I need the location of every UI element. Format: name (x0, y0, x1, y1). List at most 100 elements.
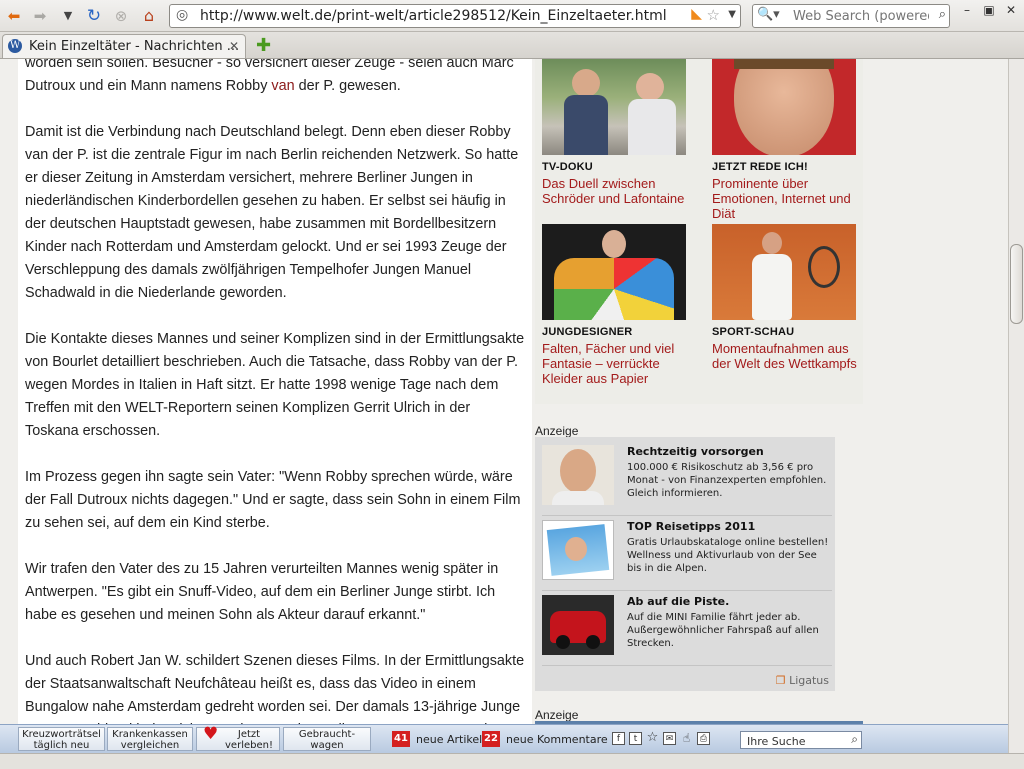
ligatus-label: Ligatus (789, 674, 829, 687)
scrollbar-thumb[interactable] (1010, 244, 1023, 324)
teaser-kicker: JETZT REDE ICH! (712, 161, 808, 173)
article-paragraph: Im Prozess gegen ihn sagte sein Vater: "… (25, 466, 525, 535)
tab-close-icon[interactable]: ✕ (229, 39, 239, 53)
email-icon[interactable]: ✉ (663, 732, 676, 745)
new-articles-link[interactable]: neue Artikel (416, 733, 482, 746)
ad-title[interactable]: Ab auf die Piste. (627, 595, 729, 608)
site-search-box[interactable]: ⌕ (740, 731, 862, 749)
article-paragraph: Wir trafen den Vater des zu 15 Jahren ve… (25, 558, 525, 627)
article-body: worden sein sollen. Besucher - so versic… (25, 59, 525, 753)
ad-item[interactable]: Ab auf die Piste. Auf die MINI Familie f… (542, 595, 832, 661)
article-paragraph: Die Kontakte dieses Mannes und seiner Ko… (25, 328, 525, 443)
ad-thumbnail[interactable] (542, 595, 614, 655)
status-bar (0, 753, 1024, 769)
button-line: Jetzt (237, 729, 261, 740)
dating-button[interactable]: ♥ Jetzt verleben! (196, 724, 280, 751)
teaser-jetzt-rede-ich[interactable]: JETZT REDE ICH! Prominente über Emotione… (712, 59, 862, 221)
ad-thumbnail[interactable] (542, 445, 614, 505)
button-line: verleben! (225, 740, 273, 751)
back-arrow-icon[interactable]: ⬅ (4, 6, 24, 26)
search-engine-icon[interactable]: 🔍▾ (757, 7, 780, 22)
print-icon[interactable]: ⎙ (697, 732, 710, 745)
new-articles-count-badge[interactable]: 41 (392, 731, 410, 747)
tab-article[interactable]: W Kein Einzeltäter - Nachrichten ... ✕ (2, 34, 246, 58)
paragraph-text: Wir trafen den Vater des zu 15 Jahren ve… (25, 561, 499, 623)
teaser-tv-doku[interactable]: TV-DOKU Das Duell zwischen Schröder und … (542, 59, 692, 206)
site-search-input[interactable] (745, 733, 845, 749)
ad-box: Rechtzeitig vorsorgen 100.000 € Risikosc… (535, 437, 835, 691)
web-search-box[interactable]: 🔍▾ ⌕ (752, 4, 950, 28)
paragraph-text: Damit ist die Verbindung nach Deutschlan… (25, 124, 519, 301)
home-icon[interactable]: ⌂ (139, 6, 159, 26)
page-viewport: worden sein sollen. Besucher - so versic… (0, 59, 1008, 753)
ad-title[interactable]: TOP Reisetipps 2011 (627, 520, 755, 533)
reload-icon[interactable]: ↻ (84, 6, 104, 26)
new-comments-link[interactable]: neue Kommentare (506, 733, 608, 746)
minimize-icon[interactable]: – (956, 3, 978, 17)
ad-divider (542, 590, 832, 591)
teaser-photo[interactable] (542, 224, 686, 320)
button-line: vergleichen (120, 740, 180, 751)
paragraph-text: Die Kontakte dieses Mannes und seiner Ko… (25, 331, 525, 439)
globe-icon: ◎ (176, 7, 189, 23)
teaser-headline-link[interactable]: Falten, Fächer und viel Fantasie – verrü… (542, 341, 692, 386)
search-icon[interactable]: ⌕ (851, 732, 858, 747)
new-tab-plus-icon[interactable]: ✚ (256, 35, 271, 56)
heart-icon: ♥ (203, 724, 219, 744)
rss-feed-icon[interactable]: ◣ (691, 6, 702, 22)
teaser-sidebar: TV-DOKU Das Duell zwischen Schröder und … (535, 59, 863, 404)
maximize-icon[interactable]: ▣ (978, 3, 1000, 17)
button-line: Gebraucht- (298, 729, 356, 740)
new-comments-count-badge[interactable]: 22 (482, 731, 500, 747)
bookmark-star-icon[interactable]: ☆ (707, 6, 720, 24)
teaser-sport-schau[interactable]: SPORT-SCHAU Momentaufnahmen aus der Welt… (712, 224, 862, 371)
teaser-jungdesigner[interactable]: JUNGDESIGNER Falten, Fächer und viel Fan… (542, 224, 692, 386)
vertical-scrollbar[interactable] (1008, 59, 1024, 753)
ad-divider (542, 515, 832, 516)
used-cars-button[interactable]: Gebraucht- wagen (283, 727, 371, 751)
health-insurance-button[interactable]: Krankenkassen vergleichen (107, 727, 193, 751)
twitter-icon[interactable]: t (629, 732, 642, 745)
favorite-star-icon[interactable]: ☆ (646, 731, 659, 745)
stop-icon[interactable]: ⊗ (111, 6, 131, 26)
search-icon[interactable]: ⌕ (939, 7, 946, 22)
ad-thumbnail[interactable] (542, 520, 614, 580)
browser-toolbar: ⬅ ➡ ▼ ↻ ⊗ ⌂ ◎ http://www.welt.de/print-w… (0, 0, 1024, 32)
inline-link[interactable]: van (271, 78, 294, 94)
web-search-input[interactable] (791, 7, 931, 25)
url-text: http://www.welt.de/print-welt/article298… (200, 8, 667, 24)
url-dropdown-icon[interactable]: ▼ (728, 9, 736, 20)
thumbs-up-icon[interactable]: ☝ (680, 732, 693, 745)
ligatus-link[interactable]: ❐ Ligatus (776, 674, 829, 687)
window-controls: – ▣ ✕ (956, 3, 1022, 17)
ad-text: Gratis Urlaubskataloge online bestellen!… (627, 537, 829, 574)
teaser-headline-link[interactable]: Das Duell zwischen Schröder und Lafontai… (542, 176, 692, 206)
teaser-photo[interactable] (712, 224, 856, 320)
teaser-kicker: SPORT-SCHAU (712, 326, 795, 338)
teaser-kicker: JUNGDESIGNER (542, 326, 633, 338)
button-line: Kreuzworträtsel (22, 729, 101, 740)
teaser-photo[interactable] (712, 59, 856, 155)
history-dropdown-icon[interactable]: ▼ (58, 6, 78, 26)
crossword-button[interactable]: Kreuzworträtsel täglich neu (18, 727, 105, 751)
ad-title[interactable]: Rechtzeitig vorsorgen (627, 445, 764, 458)
article-paragraph: Damit ist die Verbindung nach Deutschlan… (25, 121, 525, 305)
close-window-icon[interactable]: ✕ (1000, 3, 1022, 17)
ad-text: Auf die MINI Familie fährt jeder ab. Auß… (627, 612, 819, 649)
ad-text: 100.000 € Risikoschutz ab 3,56 € pro Mon… (627, 462, 827, 499)
tab-bar: W Kein Einzeltäter - Nachrichten ... ✕ ✚ (0, 32, 1024, 59)
ad-item[interactable]: TOP Reisetipps 2011 Gratis Urlaubskatalo… (542, 520, 832, 586)
teaser-headline-link[interactable]: Momentaufnahmen aus der Welt des Wettkam… (712, 341, 862, 371)
button-line: täglich neu (33, 740, 90, 751)
forward-arrow-icon[interactable]: ➡ (30, 6, 50, 26)
article-column: worden sein sollen. Besucher - so versic… (18, 59, 532, 753)
button-line: wagen (310, 740, 344, 751)
paragraph-text: Im Prozess gegen ihn sagte sein Vater: "… (25, 469, 521, 531)
teaser-photo[interactable] (542, 59, 686, 155)
url-bar[interactable]: ◎ http://www.welt.de/print-welt/article2… (169, 4, 741, 28)
ad-item[interactable]: Rechtzeitig vorsorgen 100.000 € Risikosc… (542, 445, 832, 511)
teaser-headline-link[interactable]: Prominente über Emotionen, Internet und … (712, 176, 862, 221)
paragraph-text: der P. gewesen. (294, 78, 401, 94)
facebook-icon[interactable]: f (612, 732, 625, 745)
welt-toolbar: Kreuzworträtsel täglich neu Krankenkasse… (0, 724, 1008, 754)
